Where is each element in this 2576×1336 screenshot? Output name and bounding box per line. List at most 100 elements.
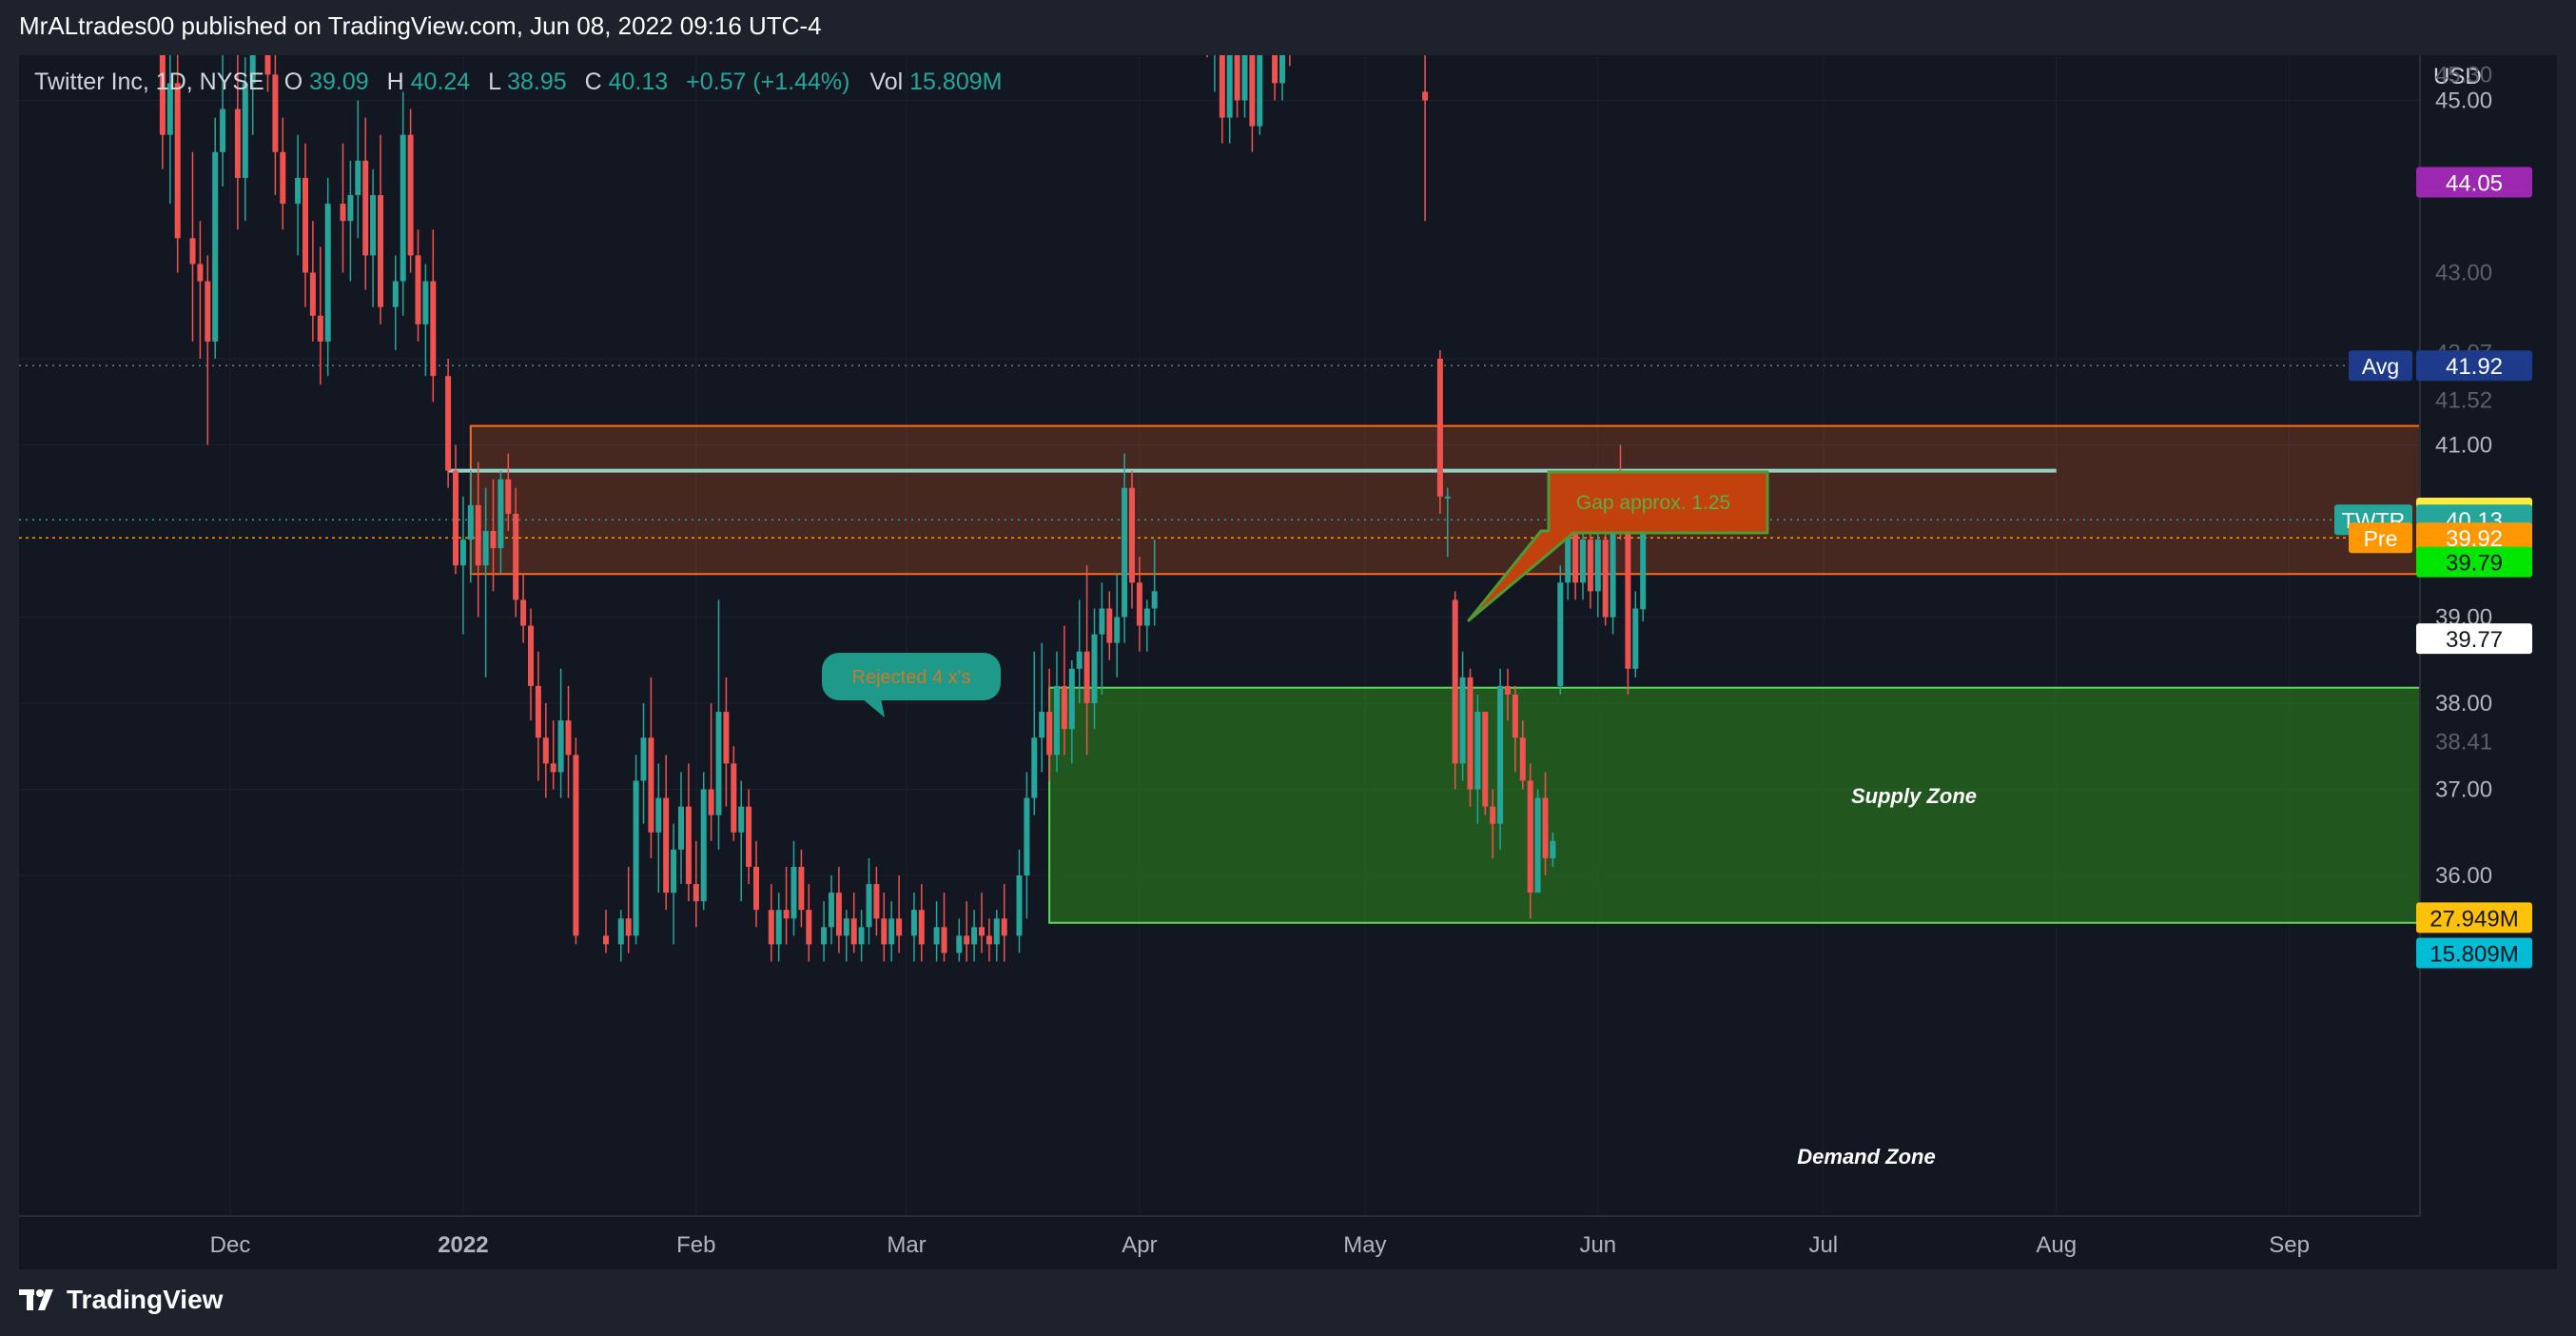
candle[interactable] [573,737,579,945]
candle[interactable] [603,910,609,953]
candle[interactable] [1226,23,1233,144]
candle[interactable] [979,893,985,953]
candle[interactable] [370,168,377,307]
candle[interactable] [866,857,872,945]
rejected-callout[interactable]: Rejected 4 x's [822,653,1001,717]
price-chart[interactable]: Supply Zone Demand Zone Rejected 4 x's Gap … [19,0,2557,1269]
candle[interactable] [1272,0,1278,101]
candle[interactable] [617,910,624,962]
time-scale[interactable]: Dec 2022 Feb Mar Apr May Jun Jul Aug Sep [19,1215,2420,1258]
candle[interactable] [1594,531,1601,618]
candle[interactable] [309,221,316,342]
candle[interactable] [355,100,361,239]
candle[interactable] [1114,574,1121,678]
candle[interactable] [746,789,752,885]
candle[interactable] [295,134,302,256]
candle[interactable] [829,875,834,945]
candle[interactable] [1241,0,1248,118]
candle[interactable] [1234,0,1240,118]
candle[interactable] [1024,772,1030,919]
candle[interactable] [640,703,647,824]
candle[interactable] [1422,5,1429,222]
candle[interactable] [542,703,549,798]
candle[interactable] [933,901,940,962]
candle[interactable] [753,840,759,928]
candle[interactable] [685,763,692,902]
candle[interactable] [392,255,399,350]
candle[interactable] [362,117,369,290]
candle[interactable] [1459,651,1466,781]
price-badge[interactable]: 41.92 Avg [2349,350,2532,382]
candle[interactable] [843,910,849,962]
price-badge[interactable]: 15.809M [2416,937,2532,969]
candle[interactable] [520,574,527,643]
supply-zone-box[interactable] [469,424,2421,576]
candle[interactable] [971,910,978,962]
candle[interactable] [723,677,730,807]
candle[interactable] [1497,668,1504,850]
candle[interactable] [798,849,805,928]
candle[interactable] [324,177,331,377]
candle[interactable] [1632,591,1639,678]
chart-panel[interactable]: Supply Zone Demand Zone Rejected 4 x's Gap … [19,0,2557,1269]
candle[interactable] [1204,0,1210,58]
price-badge[interactable]: 39.77 [2416,623,2532,655]
candle[interactable] [655,763,662,894]
candle[interactable] [1625,521,1631,695]
candle[interactable] [430,229,437,403]
candle[interactable] [941,893,947,962]
candle[interactable] [1211,0,1218,92]
candle[interactable] [1001,884,1007,962]
candle[interactable] [1482,712,1489,815]
candle[interactable] [783,866,790,945]
candle[interactable] [1129,470,1135,609]
candle[interactable] [790,840,797,936]
candle[interactable] [205,255,211,445]
candle[interactable] [1452,591,1458,790]
candle[interactable] [302,143,308,307]
candle[interactable] [633,755,639,945]
candle[interactable] [858,910,865,962]
candle[interactable] [648,677,654,858]
candle[interactable] [1286,0,1293,67]
candle[interactable] [445,359,452,488]
candle[interactable] [806,884,812,962]
candle[interactable] [407,108,414,273]
candle[interactable] [212,117,219,359]
candle[interactable] [272,31,279,196]
candle[interactable] [1099,582,1105,695]
candle[interactable] [1054,651,1060,773]
candle[interactable] [1106,591,1113,660]
candle[interactable] [1580,531,1586,600]
candle[interactable] [535,651,541,781]
price-badge[interactable]: 27.949M [2416,902,2532,933]
tradingview-brand[interactable]: TradingView [19,1285,223,1315]
candle[interactable] [400,91,406,316]
candle[interactable] [888,901,895,962]
candle[interactable] [340,143,346,273]
price-badge[interactable]: 44.05 [2416,167,2532,198]
candle[interactable] [280,117,286,230]
candle[interactable] [715,599,722,850]
candle[interactable] [873,866,880,936]
candle[interactable] [1219,0,1225,144]
candle[interactable] [415,229,421,342]
candle[interactable] [835,866,842,953]
candle[interactable] [850,893,857,953]
candle[interactable] [663,755,670,911]
candle[interactable] [775,893,782,962]
candle[interactable] [731,746,737,841]
candle[interactable] [956,918,963,962]
candle[interactable] [1143,599,1150,652]
candle[interactable] [700,772,707,911]
candle[interactable] [821,901,828,962]
candle[interactable] [197,221,204,359]
candle[interactable] [453,444,459,575]
candle[interactable] [1039,642,1045,773]
candle[interactable] [671,823,677,945]
candle[interactable] [317,246,323,385]
candle[interactable] [1279,0,1285,101]
candle[interactable] [881,893,888,962]
candle[interactable] [1016,849,1023,953]
candle[interactable] [347,160,354,282]
